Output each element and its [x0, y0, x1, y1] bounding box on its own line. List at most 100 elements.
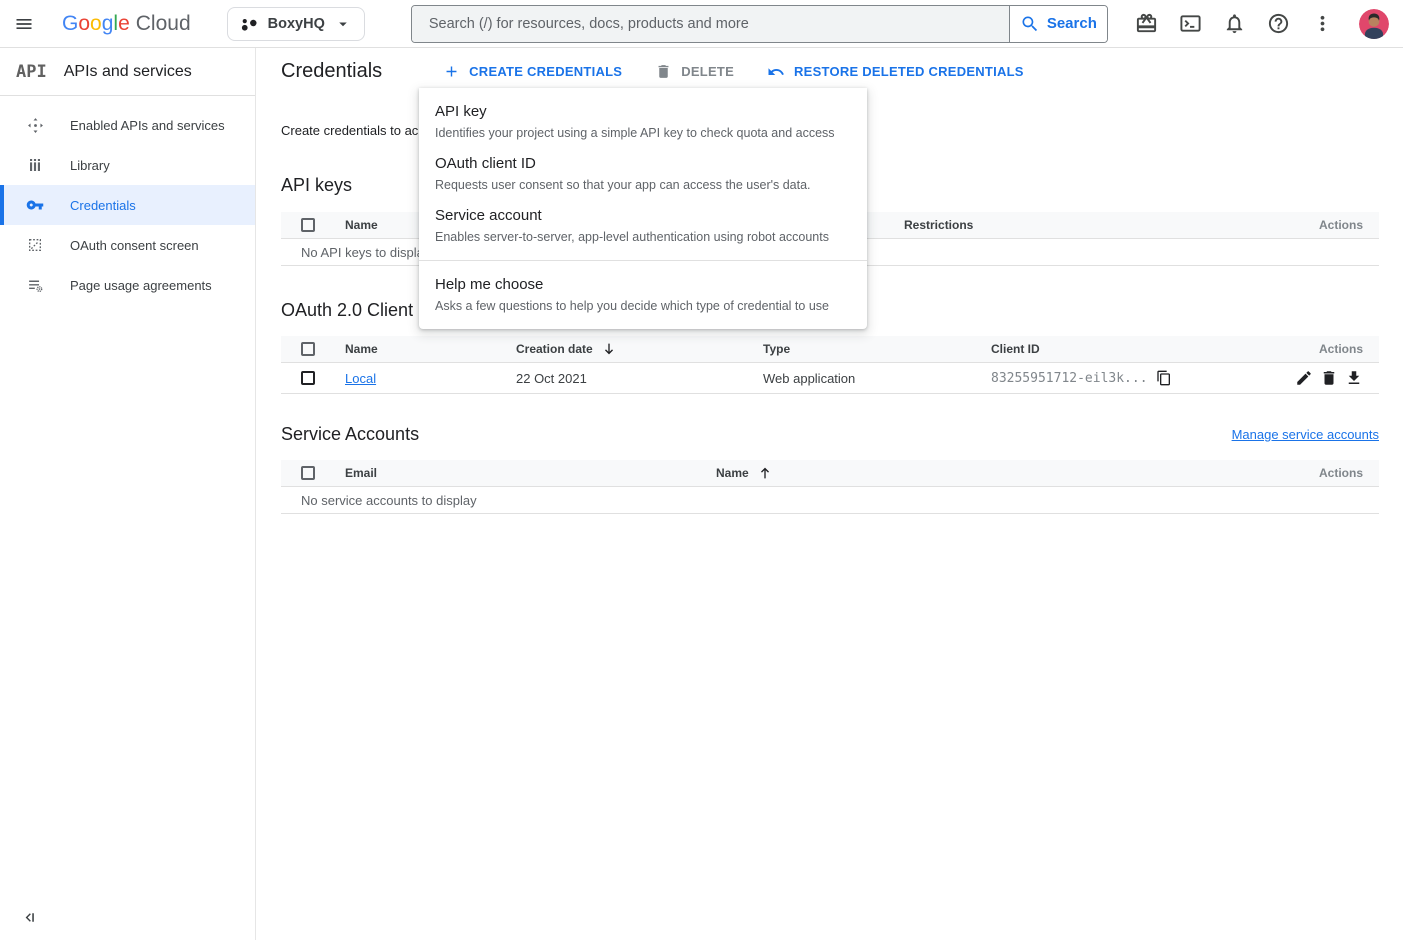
menu-item-title: Service account: [435, 206, 851, 226]
search-button[interactable]: Search: [1009, 6, 1107, 42]
edit-icon[interactable]: [1295, 369, 1313, 387]
column-header-email: Email: [345, 466, 716, 480]
create-credentials-button[interactable]: CREATE CREDENTIALS: [443, 63, 622, 80]
menu-divider: [419, 260, 867, 261]
menu-item-title: Help me choose: [435, 275, 851, 295]
menu-item-title: API key: [435, 102, 851, 122]
consent-icon: [26, 237, 44, 253]
delete-icon[interactable]: [1320, 369, 1338, 387]
logo-cloud-text: Cloud: [136, 12, 191, 36]
logo-letter: g: [102, 12, 114, 36]
search-bar: Search: [411, 5, 1108, 43]
sidebar-item-page-usage[interactable]: Page usage agreements: [0, 265, 255, 305]
top-bar: Google Cloud BoxyHQ Search: [0, 0, 1403, 48]
sidebar-header: API APIs and services: [0, 48, 255, 96]
service-accounts-section: Service Accounts Manage service accounts…: [281, 424, 1379, 514]
undo-icon: [767, 63, 785, 81]
project-icon: [240, 14, 259, 33]
select-all-checkbox[interactable]: [301, 466, 315, 480]
key-icon: [26, 196, 44, 214]
client-name-link[interactable]: Local: [345, 371, 376, 386]
cloud-shell-icon[interactable]: [1179, 12, 1202, 35]
manage-service-accounts-link[interactable]: Manage service accounts: [1232, 427, 1379, 442]
table-row: Local 22 Oct 2021 Web application 832559…: [281, 363, 1379, 394]
service-accounts-table-header: Email Name Actions: [281, 460, 1379, 487]
trash-icon: [655, 63, 672, 80]
search-button-label: Search: [1047, 15, 1097, 32]
copy-icon[interactable]: [1156, 370, 1172, 386]
column-header-name: Name: [345, 342, 516, 356]
search-icon: [1020, 14, 1040, 34]
oauth-table-header: Name Creation date Type Client ID Action…: [281, 336, 1379, 363]
download-icon[interactable]: [1345, 369, 1363, 387]
row-actions: [1295, 369, 1363, 387]
sidebar-item-label: Library: [70, 158, 110, 173]
gift-icon[interactable]: [1135, 12, 1158, 35]
menu-item-title: OAuth client ID: [435, 154, 851, 174]
logo-letter: e: [118, 12, 130, 36]
sidebar-item-label: Page usage agreements: [70, 278, 212, 293]
help-icon[interactable]: [1267, 12, 1290, 35]
column-header-restrictions: Restrictions: [904, 218, 1283, 232]
menu-icon[interactable]: [0, 0, 48, 48]
menu-item-service-account[interactable]: Service account Enables server-to-server…: [419, 200, 867, 252]
library-icon: [26, 157, 44, 173]
chevron-down-icon: [334, 15, 352, 33]
sidebar: API APIs and services Enabled APIs and s…: [0, 48, 256, 940]
sidebar-item-label: OAuth consent screen: [70, 238, 199, 253]
topbar-icons: [1135, 9, 1389, 39]
google-cloud-logo[interactable]: Google Cloud: [62, 12, 191, 36]
type-cell: Web application: [763, 371, 991, 386]
creation-date-cell: 22 Oct 2021: [516, 371, 763, 386]
avatar[interactable]: [1359, 9, 1389, 39]
menu-item-description: Enables server-to-server, app-level auth…: [435, 228, 851, 246]
delete-label: DELETE: [681, 64, 734, 79]
select-all-checkbox[interactable]: [301, 218, 315, 232]
column-header-actions: Actions: [1319, 218, 1363, 232]
row-checkbox[interactable]: [301, 371, 315, 385]
column-header-name[interactable]: Name: [716, 465, 1291, 481]
create-credentials-menu: API key Identifies your project using a …: [419, 88, 867, 329]
sort-ascending-icon: [757, 465, 773, 481]
column-header-actions: Actions: [1319, 466, 1363, 480]
logo-letter: o: [90, 12, 102, 36]
menu-item-description: Asks a few questions to help you decide …: [435, 297, 851, 315]
agreements-icon: [26, 277, 44, 294]
page-title: Credentials: [281, 60, 382, 83]
notifications-icon[interactable]: [1223, 12, 1246, 35]
sidebar-item-enabled-apis[interactable]: Enabled APIs and services: [0, 105, 255, 145]
menu-item-api-key[interactable]: API key Identifies your project using a …: [419, 96, 867, 148]
column-header-creation-date[interactable]: Creation date: [516, 341, 763, 357]
sidebar-title: APIs and services: [64, 63, 192, 81]
sidebar-item-oauth-consent[interactable]: OAuth consent screen: [0, 225, 255, 265]
collapse-sidebar-icon[interactable]: [22, 909, 39, 926]
sort-descending-icon: [601, 341, 617, 357]
sidebar-item-label: Enabled APIs and services: [70, 118, 225, 133]
project-name: BoxyHQ: [268, 16, 325, 32]
create-credentials-label: CREATE CREDENTIALS: [469, 64, 622, 79]
menu-item-oauth-client-id[interactable]: OAuth client ID Requests user consent so…: [419, 148, 867, 200]
sidebar-nav: Enabled APIs and services Library Creden…: [0, 105, 255, 305]
client-id-value: 83255951712-eil3k...: [991, 371, 1148, 386]
menu-item-help-me-choose[interactable]: Help me choose Asks a few questions to h…: [419, 269, 867, 321]
logo-letter: G: [62, 12, 78, 36]
delete-button[interactable]: DELETE: [655, 63, 734, 80]
menu-item-description: Identifies your project using a simple A…: [435, 124, 851, 142]
restore-deleted-credentials-button[interactable]: RESTORE DELETED CREDENTIALS: [767, 63, 1024, 81]
enabled-apis-icon: [26, 117, 44, 134]
sidebar-item-library[interactable]: Library: [0, 145, 255, 185]
restore-label: RESTORE DELETED CREDENTIALS: [794, 64, 1024, 79]
select-all-checkbox[interactable]: [301, 342, 315, 356]
project-selector[interactable]: BoxyHQ: [227, 7, 365, 41]
search-input[interactable]: [412, 6, 1009, 42]
column-header-type: Type: [763, 342, 991, 356]
sidebar-item-credentials[interactable]: Credentials: [0, 185, 255, 225]
menu-item-description: Requests user consent so that your app c…: [435, 176, 851, 194]
service-accounts-title: Service Accounts: [281, 424, 419, 445]
api-product-logo: API: [16, 62, 47, 82]
plus-icon: [443, 63, 460, 80]
logo-letter: o: [78, 12, 90, 36]
service-accounts-empty-row: No service accounts to display: [281, 487, 1379, 514]
column-header-client-id: Client ID: [991, 342, 1291, 356]
more-vert-icon[interactable]: [1311, 12, 1334, 35]
